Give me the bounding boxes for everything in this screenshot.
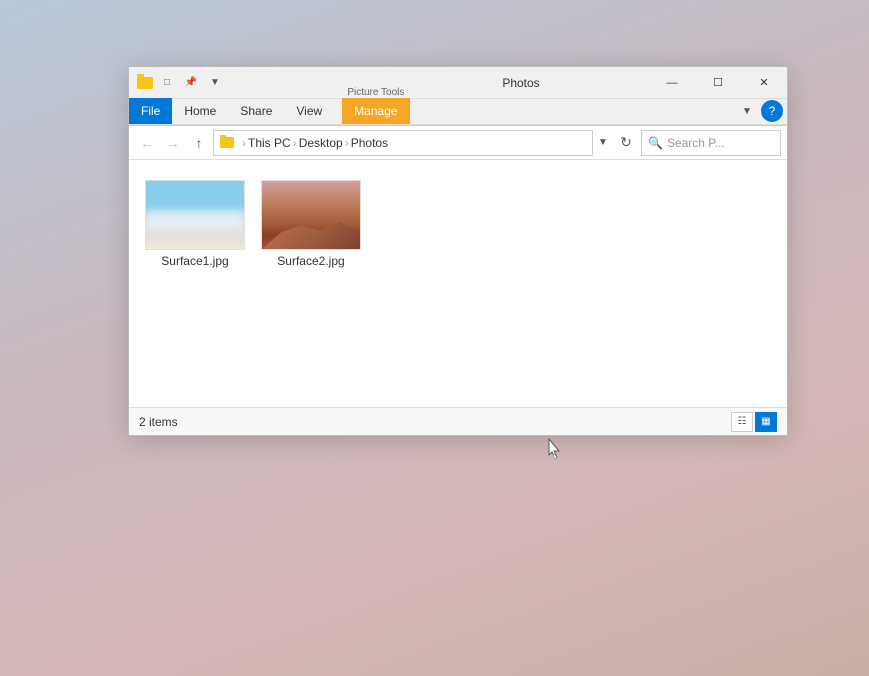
picture-tools-container: Picture Tools Manage [342,87,409,124]
tab-file[interactable]: File [129,98,172,124]
path-desktop[interactable]: Desktop [299,136,343,150]
qat-dropdown-button[interactable]: ▼ [205,73,225,93]
ribbon-tabs-row: File Home Share View Picture Tools Manag… [129,99,787,125]
folder-icon-small [137,75,153,91]
search-placeholder: Search P... [667,136,725,150]
tab-share[interactable]: Share [228,98,284,124]
path-this-pc[interactable]: This PC [248,136,291,150]
large-icons-view-button[interactable]: ▦ [755,412,777,432]
ribbon-collapse-button[interactable]: ▼ [737,98,757,124]
new-folder-qat-button[interactable]: □ [157,73,177,93]
close-button[interactable]: ✕ [741,67,787,99]
view-buttons: ☷ ▦ [731,412,777,432]
tab-manage[interactable]: Manage [342,98,409,124]
picture-tools-group: Picture Tools Manage [334,87,539,124]
path-sep-2: › [293,136,297,150]
search-box[interactable]: 🔍 Search P... [641,130,781,156]
search-icon: 🔍 [648,136,663,150]
content-area: Surface1.jpg Surface2.jpg [129,160,787,407]
address-dropdown-button[interactable]: ▼ [595,130,611,156]
maximize-button[interactable]: ☐ [695,67,741,99]
ribbon-area: File Home Share View Picture Tools Manag… [129,99,787,126]
path-photos[interactable]: Photos [351,136,388,150]
picture-tools-label: Picture Tools [345,87,406,98]
file-label-surface1: Surface1.jpg [161,254,228,268]
pin-qat-button[interactable]: 📌 [181,73,201,93]
tab-view[interactable]: View [284,98,334,124]
mouse-cursor [548,438,562,465]
refresh-button[interactable]: ↻ [613,130,639,156]
address-bar: ← → ↑ › This PC › Desktop › Photos ▼ ↻ 🔍… [129,126,787,160]
file-item-surface1[interactable]: Surface1.jpg [145,176,245,272]
forward-button[interactable]: → [161,131,185,155]
minimize-button[interactable]: — [649,67,695,99]
path-sep-3: › [345,136,349,150]
file-label-surface2: Surface2.jpg [277,254,344,268]
back-button[interactable]: ← [135,131,159,155]
thumbnail-surface1 [145,180,245,250]
file-item-surface2[interactable]: Surface2.jpg [261,176,361,272]
thumbnail-surface2 [261,180,361,250]
up-button[interactable]: ↑ [187,131,211,155]
explorer-window: □ 📌 ▼ Photos — ☐ ✕ File Home Share View … [128,66,788,436]
path-sep-1: › [242,136,246,150]
help-button[interactable]: ? [761,100,783,122]
tab-home[interactable]: Home [172,98,228,124]
item-count: 2 items [139,415,178,429]
status-bar: 2 items ☷ ▦ [129,407,787,435]
address-path[interactable]: › This PC › Desktop › Photos [213,130,593,156]
window-controls: — ☐ ✕ [649,67,787,99]
details-view-button[interactable]: ☷ [731,412,753,432]
path-folder-icon [220,137,234,148]
